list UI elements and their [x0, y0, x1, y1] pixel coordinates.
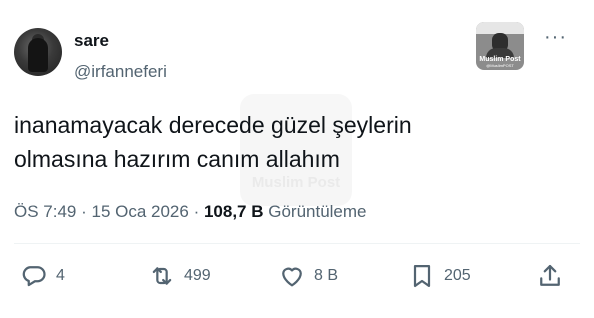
tweet-text-line: inanamayacak derecede güzel şeylerin: [14, 112, 412, 138]
author-handle[interactable]: @irfanneferi: [74, 62, 167, 82]
author-avatar[interactable]: [14, 28, 62, 76]
retweet-icon: [148, 262, 176, 290]
heart-icon: [278, 262, 306, 290]
tweet-text-line: olmasına hazırım canım allahım: [14, 146, 340, 172]
views-count: 108,7 B: [203, 202, 264, 221]
like-count: 8 B: [314, 267, 339, 284]
tweet-text: inanamayacak derecede güzel şeylerin olm…: [14, 108, 574, 176]
avatar-figure-shape: [28, 38, 48, 72]
bookmark-count: 205: [444, 267, 471, 284]
tweet-card: sare @irfanneferi Muslim Post @MuslimPOS…: [0, 0, 594, 318]
bookmark-icon: [408, 262, 436, 290]
share-icon: [536, 262, 564, 290]
author-name[interactable]: sare: [74, 31, 109, 51]
watermark-title: Muslim Post: [251, 174, 341, 191]
share-button[interactable]: [536, 262, 564, 290]
retweet-button[interactable]: 499: [148, 262, 211, 290]
reply-button[interactable]: 4: [20, 262, 65, 290]
views-label: Görüntüleme: [268, 202, 367, 221]
tweet-time[interactable]: ÖS 7:49: [14, 202, 76, 221]
reply-count: 4: [56, 267, 65, 284]
source-badge: Muslim Post @MuslimPOST: [476, 22, 524, 70]
badge-subtitle: @MuslimPOST: [486, 63, 514, 68]
reply-icon: [20, 262, 48, 290]
bookmark-button[interactable]: 205: [408, 262, 471, 290]
like-button[interactable]: 8 B: [278, 262, 338, 290]
retweet-count: 499: [184, 267, 211, 284]
more-options-icon[interactable]: ···: [544, 27, 567, 47]
tweet-date[interactable]: 15 Oca 2026: [91, 202, 188, 221]
meta-separator: ·: [188, 202, 204, 221]
divider: [14, 243, 580, 244]
meta-separator: ·: [76, 202, 92, 221]
tweet-meta: ÖS 7:49 · 15 Oca 2026 · 108,7 B Görüntül…: [14, 202, 367, 222]
